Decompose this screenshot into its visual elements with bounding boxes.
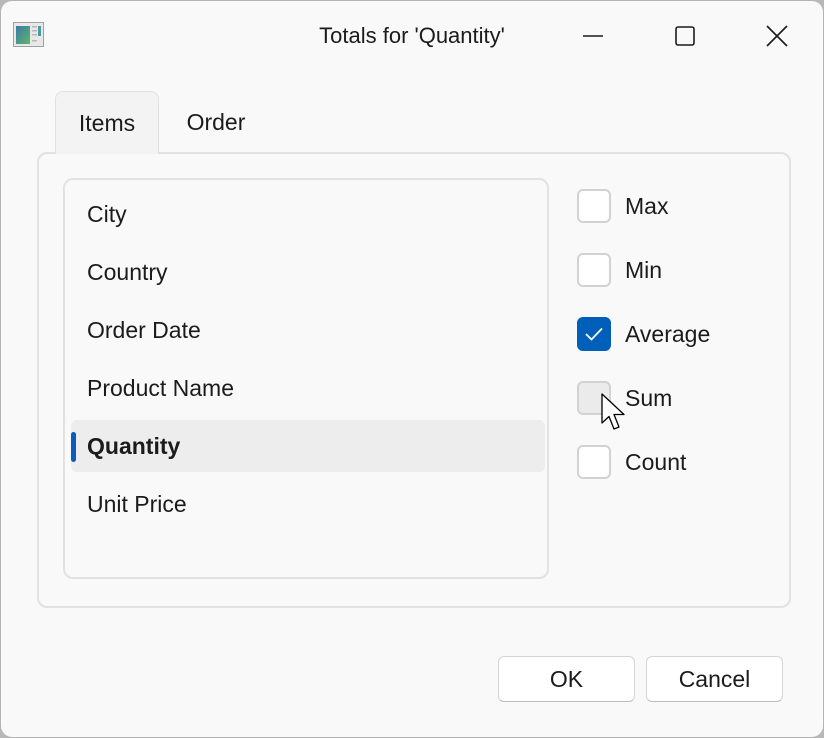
list-item-label: Product Name — [87, 374, 235, 401]
list-item-country[interactable]: Country — [71, 246, 545, 298]
list-item-label: Country — [87, 258, 168, 285]
close-icon — [766, 25, 788, 47]
maximize-button[interactable] — [639, 1, 731, 71]
list-item-label: Unit Price — [87, 490, 187, 517]
checkbox-box[interactable] — [577, 445, 611, 479]
ok-button[interactable]: OK — [498, 656, 635, 702]
list-item-quantity[interactable]: Quantity — [71, 420, 545, 472]
tab-order[interactable]: Order — [171, 91, 261, 153]
checkbox-box[interactable] — [577, 253, 611, 287]
checkmark-icon — [585, 327, 603, 341]
list-item-city[interactable]: City — [71, 188, 545, 240]
list-item-order-date[interactable]: Order Date — [71, 304, 545, 356]
list-item-label: Order Date — [87, 316, 201, 343]
checkbox-min[interactable]: Min — [577, 252, 662, 288]
checkbox-label: Average — [625, 320, 711, 347]
checkbox-label: Sum — [625, 384, 673, 411]
list-item-label: City — [87, 200, 127, 227]
checkbox-box[interactable] — [577, 189, 611, 223]
minimize-button[interactable] — [547, 1, 639, 71]
cancel-button[interactable]: Cancel — [646, 656, 783, 702]
checkbox-average[interactable]: Average — [577, 316, 710, 352]
dialog-window: Totals for 'Quantity' Items Order City C… — [0, 0, 824, 738]
mouse-cursor-icon — [601, 393, 625, 430]
checkbox-count[interactable]: Count — [577, 444, 686, 480]
checkbox-label: Count — [625, 448, 687, 475]
tab-items[interactable]: Items — [55, 91, 159, 154]
maximize-icon — [675, 26, 695, 46]
checkbox-max[interactable]: Max — [577, 188, 668, 224]
minimize-icon — [583, 35, 603, 37]
selection-indicator — [71, 432, 76, 462]
list-item-label: Quantity — [87, 432, 181, 459]
close-button[interactable] — [731, 1, 823, 71]
checkbox-label: Min — [625, 256, 663, 283]
fields-list[interactable]: City Country Order Date Product Name Qua… — [63, 178, 549, 579]
checkbox-box[interactable] — [577, 317, 611, 351]
checkbox-label: Max — [625, 192, 669, 219]
list-item-unit-price[interactable]: Unit Price — [71, 478, 545, 530]
list-item-product-name[interactable]: Product Name — [71, 362, 545, 414]
